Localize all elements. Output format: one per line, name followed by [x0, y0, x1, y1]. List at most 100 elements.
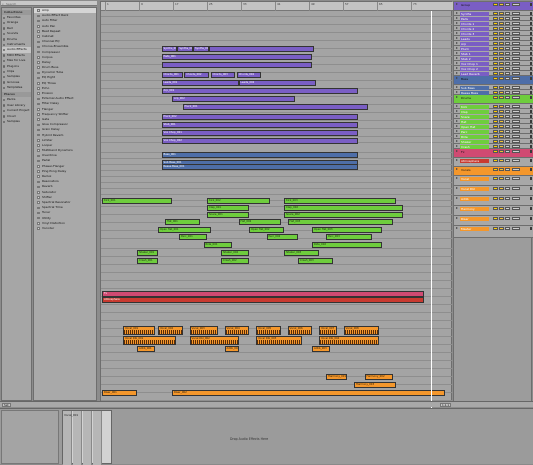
arm-button[interactable] — [505, 90, 510, 95]
solo-button[interactable] — [499, 31, 504, 36]
solo-button[interactable] — [499, 85, 504, 90]
clip[interactable]: Vocal_007 — [319, 326, 337, 335]
activator-button[interactable] — [493, 56, 498, 61]
clip[interactable]: Arp_002 — [172, 96, 295, 102]
position-readout[interactable]: 1.1.1 — [440, 403, 452, 407]
arm-button[interactable] — [505, 124, 510, 129]
clip[interactable]: Vocal_005 — [256, 326, 281, 335]
clip[interactable]: Vocal_003 — [189, 326, 218, 335]
arm-button[interactable] — [505, 56, 510, 61]
activator-button[interactable] — [493, 71, 498, 76]
track-header[interactable]: Vocals — [454, 167, 533, 176]
fold-icon[interactable] — [455, 17, 458, 19]
solo-button[interactable] — [499, 196, 504, 201]
clip[interactable]: Adlib_001 — [137, 346, 155, 352]
clip[interactable]: Stab_001 — [161, 122, 358, 128]
volume-control[interactable] — [512, 158, 520, 163]
clip[interactable]: Ride_001 — [203, 242, 232, 248]
arm-button[interactable] — [505, 196, 510, 201]
clip[interactable]: Kick_003 — [284, 198, 396, 204]
fold-icon[interactable] — [455, 67, 458, 69]
place-item[interactable]: Samples — [2, 119, 31, 124]
volume-control[interactable] — [512, 129, 520, 134]
solo-button[interactable] — [499, 206, 504, 211]
arm-button[interactable] — [505, 41, 510, 46]
activator-button[interactable] — [493, 144, 498, 149]
arm-button[interactable] — [505, 46, 510, 51]
arm-button[interactable] — [505, 226, 510, 231]
clip[interactable]: Vocal Dbl_004 — [319, 336, 379, 345]
activator-button[interactable] — [493, 216, 498, 221]
activator-button[interactable] — [493, 196, 498, 201]
volume-control[interactable] — [512, 186, 520, 191]
clip[interactable]: Perc_001 — [179, 234, 207, 240]
track-header[interactable]: Master — [454, 226, 533, 238]
fold-icon[interactable] — [455, 105, 458, 107]
arm-button[interactable] — [505, 85, 510, 90]
activator-button[interactable] — [493, 61, 498, 66]
clip[interactable]: Vox Chop_002 — [161, 138, 358, 144]
clip[interactable]: Reese Bass_001 — [161, 164, 358, 170]
clip[interactable]: Chords_001 — [161, 72, 183, 78]
arm-button[interactable] — [505, 139, 510, 144]
solo-button[interactable] — [499, 26, 504, 31]
volume-control[interactable] — [512, 26, 520, 31]
arm-button[interactable] — [505, 158, 510, 163]
activator-button[interactable] — [493, 129, 498, 134]
solo-button[interactable] — [499, 216, 504, 221]
solo-button[interactable] — [499, 2, 504, 7]
arm-button[interactable] — [505, 129, 510, 134]
fold-icon[interactable] — [455, 27, 458, 29]
activator-button[interactable] — [493, 41, 498, 46]
clip[interactable]: Arp_001 — [161, 88, 358, 94]
volume-control[interactable] — [512, 56, 520, 61]
activator-button[interactable] — [493, 2, 498, 7]
activator-button[interactable] — [493, 139, 498, 144]
clip[interactable]: Chords_004 — [236, 72, 262, 78]
arm-button[interactable] — [505, 11, 510, 16]
volume-control[interactable] — [512, 41, 520, 46]
solo-button[interactable] — [499, 36, 504, 41]
clip[interactable]: Perc_003 — [326, 234, 372, 240]
fold-icon[interactable] — [455, 47, 458, 49]
volume-control[interactable] — [512, 139, 520, 144]
arm-button[interactable] — [505, 119, 510, 124]
clip[interactable]: Shaker_003 — [284, 250, 319, 256]
volume-control[interactable] — [512, 90, 520, 95]
volume-control[interactable] — [512, 216, 520, 221]
solo-button[interactable] — [499, 124, 504, 129]
track-header[interactable]: Atmosphere — [454, 158, 533, 167]
clip[interactable]: Synths_002 — [177, 46, 193, 52]
fold-icon[interactable] — [455, 197, 458, 199]
clip[interactable]: Vocal_008 — [343, 326, 379, 335]
clip[interactable]: Harmony_001 — [326, 374, 347, 380]
volume-control[interactable] — [512, 104, 520, 109]
clip[interactable]: Vox Chop_001 — [161, 130, 358, 136]
fold-icon[interactable] — [455, 140, 458, 142]
activator-button[interactable] — [493, 36, 498, 41]
activator-button[interactable] — [493, 114, 498, 119]
volume-control[interactable] — [512, 46, 520, 51]
clip[interactable]: Vocal Dbl_001 — [123, 336, 176, 345]
volume-control[interactable] — [512, 66, 520, 71]
arm-button[interactable] — [505, 206, 510, 211]
playhead[interactable] — [431, 11, 432, 408]
fold-icon[interactable] — [455, 77, 458, 79]
track-header[interactable]: Fx — [454, 149, 533, 158]
track-header[interactable]: Harmony — [454, 206, 533, 216]
volume-control[interactable] — [512, 16, 520, 21]
clip[interactable]: Open Hat_001 — [158, 227, 211, 233]
arm-button[interactable] — [505, 114, 510, 119]
activator-button[interactable] — [493, 31, 498, 36]
clip[interactable]: Leads_001 — [161, 80, 239, 86]
arm-button[interactable] — [505, 71, 510, 76]
volume-control[interactable] — [512, 119, 520, 124]
solo-button[interactable] — [499, 90, 504, 95]
volume-control[interactable] — [512, 149, 520, 154]
volume-control[interactable] — [512, 85, 520, 90]
solo-button[interactable] — [499, 71, 504, 76]
clip[interactable]: Adlib_003 — [312, 346, 330, 352]
solo-button[interactable] — [499, 109, 504, 114]
clip[interactable]: Riser_001 — [102, 390, 137, 396]
solo-button[interactable] — [499, 16, 504, 21]
